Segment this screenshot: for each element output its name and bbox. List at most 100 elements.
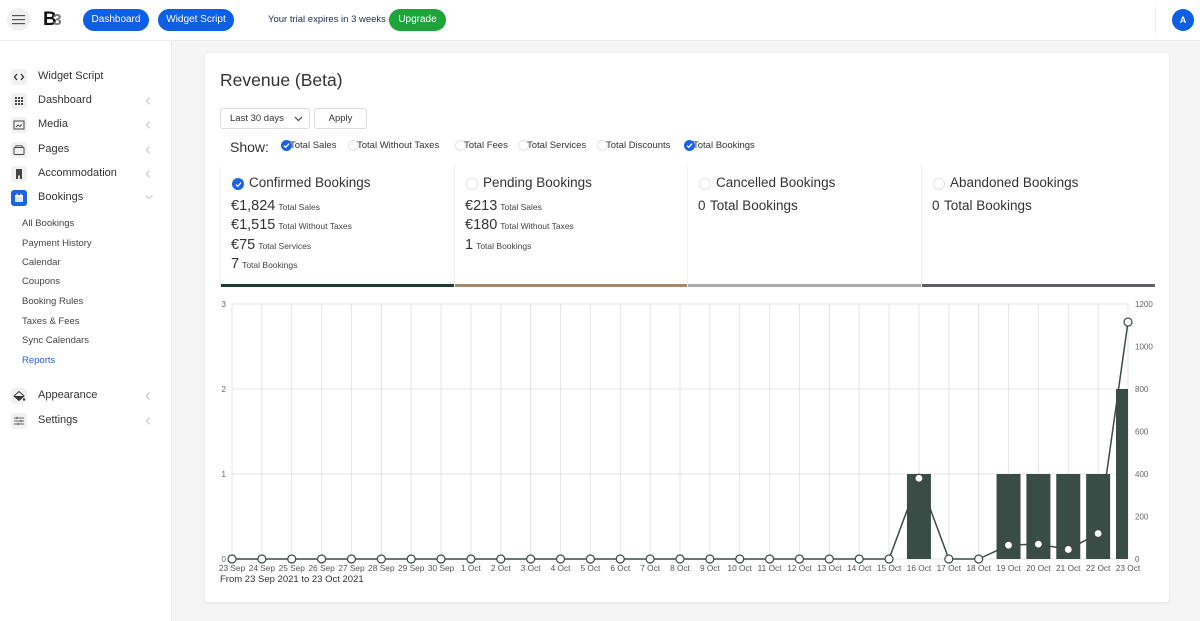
right-axis: 020040060080010001200 xyxy=(1135,300,1153,564)
stat-value: 0 xyxy=(932,198,940,213)
sidebar-subitem-booking-rules[interactable]: Booking Rules xyxy=(22,294,83,310)
x-tick-label: 13 Oct xyxy=(817,563,842,573)
logo-digit: 3 xyxy=(52,12,62,29)
sidebar-item-label: Widget Script xyxy=(38,70,104,82)
menu-button[interactable] xyxy=(7,8,30,31)
checkbox[interactable] xyxy=(933,178,945,190)
sidebar-subitem-reports[interactable]: Reports xyxy=(22,353,55,369)
data-point xyxy=(257,554,267,564)
data-point xyxy=(526,554,536,564)
x-tick-label: 23 Oct xyxy=(1116,563,1141,573)
filter-label: Total Without Taxes xyxy=(357,140,440,151)
stat-row: €75 Total Services xyxy=(231,236,311,254)
stat-title: Abandoned Bookings xyxy=(950,175,1079,190)
sidebar-subitem-coupons[interactable]: Coupons xyxy=(22,274,60,290)
chevron-left-icon xyxy=(145,417,150,425)
date-range-select[interactable]: Last 30 days xyxy=(220,108,310,129)
x-tick-label: 17 Oct xyxy=(937,563,962,573)
sidebar-item-label: Pages xyxy=(38,143,70,155)
x-tick-label: 27 Sep xyxy=(338,563,365,573)
data-point xyxy=(764,554,775,564)
divider xyxy=(1155,6,1156,34)
chevron-left-icon xyxy=(145,170,150,178)
sidebar-subitem-calendar[interactable]: Calendar xyxy=(22,255,61,271)
checkbox[interactable] xyxy=(699,178,711,190)
stat-row: 7 Total Bookings xyxy=(231,255,297,273)
x-tick-label: 7 Oct xyxy=(640,563,661,573)
checkbox[interactable] xyxy=(466,178,478,190)
data-point xyxy=(227,554,237,564)
data-point xyxy=(824,554,834,564)
filter-label: Total Sales xyxy=(290,140,337,151)
sidebar-item-appearance[interactable]: Appearance xyxy=(0,385,171,407)
x-tick-label: 21 Oct xyxy=(1056,563,1081,573)
chevron-down-icon xyxy=(145,195,153,200)
dashboard-button[interactable]: Dashboard xyxy=(83,9,149,31)
data-point xyxy=(555,554,566,564)
stat-value: 7 xyxy=(231,256,240,272)
x-tick-label: 15 Oct xyxy=(877,563,902,573)
data-point xyxy=(585,554,595,564)
stat-row: 0 Total Bookings xyxy=(698,197,798,215)
checkbox[interactable] xyxy=(232,178,244,190)
booking-status-summary: Confirmed Bookings €1,824 Total Sales €1,… xyxy=(220,165,1155,287)
x-tick-label: 4 Oct xyxy=(551,563,572,573)
sidebar-item-settings[interactable]: Settings xyxy=(0,410,171,432)
sidebar-item-pages[interactable]: Pages xyxy=(0,139,171,161)
apply-button[interactable]: Apply xyxy=(314,108,367,129)
data-point xyxy=(854,554,864,564)
data-point xyxy=(794,554,805,564)
sidebar-subitem-payment-history[interactable]: Payment History xyxy=(22,236,92,252)
sidebar-item-accommodation[interactable]: Accommodation xyxy=(0,163,171,185)
stat-cancelled-bookings[interactable]: Cancelled Bookings 0 Total Bookings xyxy=(687,165,921,287)
stat-label: Total Bookings xyxy=(943,198,1032,213)
stat-value: 1 xyxy=(465,237,474,253)
avatar[interactable]: A xyxy=(1172,9,1194,31)
x-tick-label: 25 Sep xyxy=(279,563,306,573)
data-point xyxy=(346,554,357,564)
filter-label: Total Discounts xyxy=(606,140,671,151)
x-tick-label: 11 Oct xyxy=(758,563,783,573)
stat-confirmed-bookings[interactable]: Confirmed Bookings €1,824 Total Sales €1,… xyxy=(220,165,454,287)
y2-tick-label: 1200 xyxy=(1135,300,1153,309)
calendar-icon xyxy=(11,190,27,206)
top-bar: B3 Dashboard Widget Script Your trial ex… xyxy=(0,0,1200,41)
sidebar-item-label: Media xyxy=(38,118,68,130)
sidebar-subitem-taxes-fees[interactable]: Taxes & Fees xyxy=(22,314,80,330)
widget-script-button[interactable]: Widget Script xyxy=(158,9,234,31)
data-point xyxy=(496,554,506,564)
sidebar-item-bookings[interactable]: Bookings xyxy=(0,187,171,209)
stat-title: Cancelled Bookings xyxy=(716,175,836,190)
paint-bucket-icon xyxy=(11,388,27,404)
sidebar-item-widget-script[interactable]: Widget Script xyxy=(0,66,171,88)
y2-tick-label: 600 xyxy=(1135,428,1149,437)
x-tick-label: 24 Sep xyxy=(249,563,276,573)
y2-tick-label: 400 xyxy=(1135,470,1149,479)
x-tick-label: 2 Oct xyxy=(491,563,512,573)
stat-abandoned-bookings[interactable]: Abandoned Bookings 0 Total Bookings xyxy=(921,165,1155,287)
logo[interactable]: B3 xyxy=(43,8,62,33)
stat-value: €213 xyxy=(465,198,498,214)
sidebar-subitem-all-bookings[interactable]: All Bookings xyxy=(22,216,74,232)
trial-notice: Your trial expires in 3 weeks xyxy=(268,14,386,25)
sidebar-item-dashboard[interactable]: Dashboard xyxy=(0,90,171,112)
data-point xyxy=(1063,544,1073,555)
data-point xyxy=(735,554,745,564)
pages-icon xyxy=(11,142,27,158)
sliders-icon xyxy=(11,413,27,429)
stat-pending-bookings[interactable]: Pending Bookings €213 Total Sales €180 Tot… xyxy=(454,165,688,287)
x-tick-label: 29 Sep xyxy=(398,563,425,573)
data-point xyxy=(436,554,446,564)
stat-label: Total Bookings xyxy=(476,241,532,251)
x-tick-label: 28 Sep xyxy=(368,563,395,573)
stat-row: 0 Total Bookings xyxy=(932,197,1032,215)
revenue-chart: 012302004006008001000120023 Sep 24 Sep 25 … xyxy=(219,300,1153,573)
sidebar-subitem-sync-calendars[interactable]: Sync Calendars xyxy=(22,333,89,349)
x-tick-label: 22 Oct xyxy=(1086,563,1111,573)
sidebar-item-media[interactable]: Media xyxy=(0,114,171,136)
upgrade-button[interactable]: Upgrade xyxy=(389,9,446,31)
data-point xyxy=(287,554,297,564)
date-range-value: Last 30 days xyxy=(230,113,284,124)
stat-title: Pending Bookings xyxy=(483,175,592,190)
data-point xyxy=(944,554,954,564)
